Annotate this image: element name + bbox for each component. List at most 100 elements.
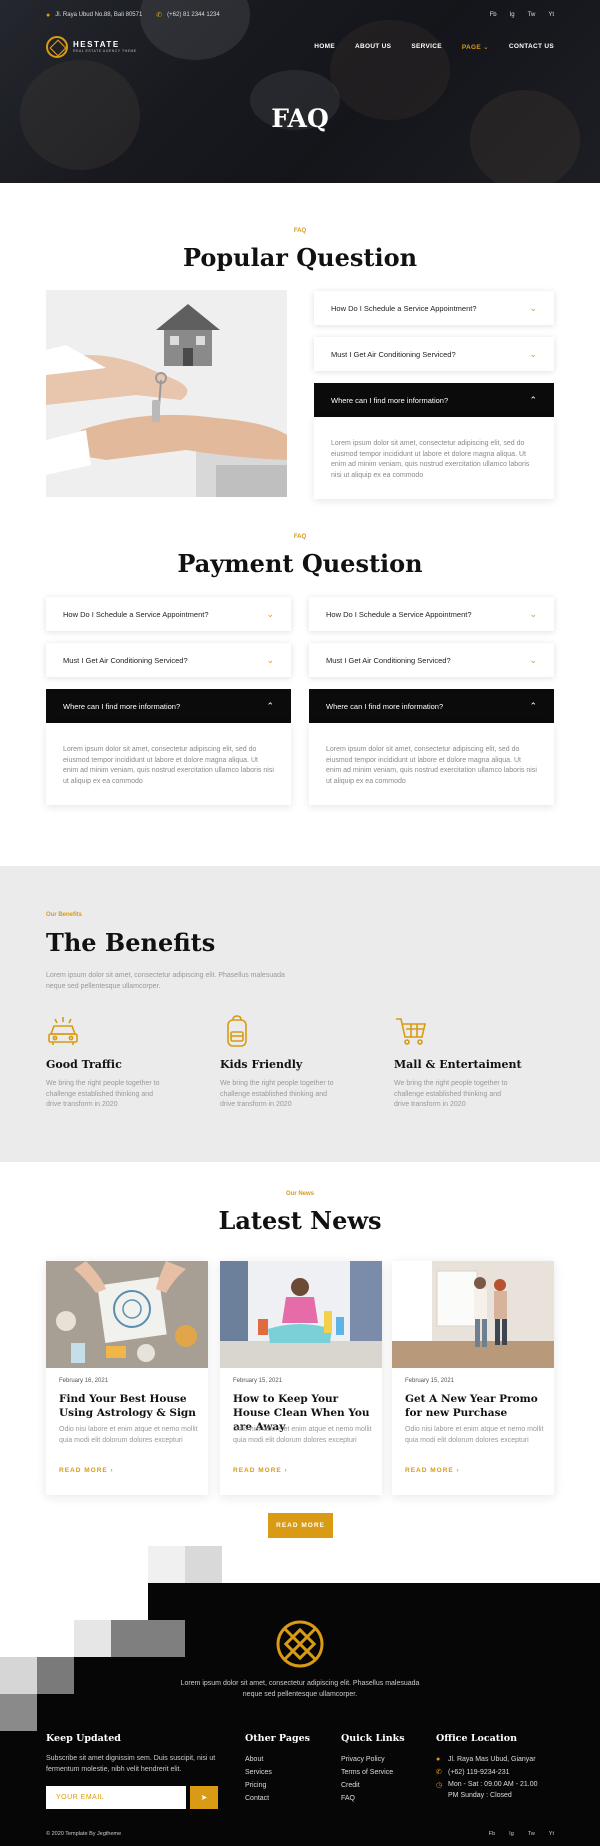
faq-question: Must I Get Air Conditioning Serviced? (63, 655, 188, 665)
faq-answer: Lorem ipsum dolor sit amet, consectetur … (314, 417, 554, 499)
faq-question: How Do I Schedule a Service Appointment? (326, 609, 472, 619)
popular-tag: FAQ (293, 228, 307, 234)
footer-link-about[interactable]: About (245, 1753, 310, 1766)
office-hours-text: Mon - Sat : 09.00 AM - 21.00 PM Sunday :… (448, 1781, 538, 1799)
cleaning-photo (220, 1261, 382, 1368)
footer-heading: Office Location (436, 1733, 518, 1744)
topbar: ● Jl. Raya Ubud No.88, Bali 80571 ✆ (+62… (46, 9, 554, 21)
topbar-phone[interactable]: ✆ (+62) 81 2344 1234 (156, 11, 219, 19)
office-phone[interactable]: ✆ (+62) 119-9234-231 (436, 1766, 538, 1779)
payment-faq-answer: Lorem ipsum dolor sit amet, consectetur … (309, 723, 554, 805)
chevron-up-icon: ⌃ (529, 700, 537, 711)
news-title: Latest News (218, 1206, 382, 1235)
footer-link-terms[interactable]: Terms of Service (341, 1766, 405, 1779)
clock-icon: ◷ (436, 1782, 443, 1789)
decor-square (74, 1620, 111, 1657)
social-instagram-link[interactable]: Ig (509, 1831, 514, 1837)
footer-social: Fb Ig Tw Yt (489, 1831, 554, 1837)
footer-link-contact[interactable]: Contact (245, 1792, 310, 1805)
chevron-up-icon: ⌃ (529, 394, 537, 405)
location-pin-icon: ● (46, 11, 51, 19)
chevron-down-icon: ⌄ (266, 608, 274, 619)
footer-link-privacy[interactable]: Privacy Policy (341, 1753, 405, 1766)
footer-quick-links: Quick Links Privacy Policy Terms of Serv… (341, 1733, 405, 1805)
faq-question: How Do I Schedule a Service Appointment? (331, 303, 477, 313)
footer-heading: Keep Updated (46, 1733, 121, 1744)
benefit-title: Kids Friendly (220, 1058, 303, 1071)
office-hours: ◷ Mon - Sat : 09.00 AM - 21.00 PM Sunday… (436, 1779, 538, 1801)
decor-square (111, 1620, 185, 1657)
payment-faq-item-schedule[interactable]: How Do I Schedule a Service Appointment?… (46, 597, 291, 631)
payment-faq-item-aircon[interactable]: Must I Get Air Conditioning Serviced? ⌄ (309, 643, 554, 677)
chevron-right-icon: › (110, 1467, 114, 1474)
benefit-item: Kids Friendly We bring the right people … (220, 1014, 370, 1111)
faq-item-info[interactable]: Where can I find more information? ⌃ (314, 383, 554, 417)
payment-title: Payment Question (177, 549, 423, 578)
news-excerpt: Odio nisi labore et enim atque et nemo m… (233, 1426, 372, 1444)
faq-question: Where can I find more information? (331, 395, 449, 405)
faq-item-schedule[interactable]: How Do I Schedule a Service Appointment?… (314, 291, 554, 325)
news-card-title[interactable]: Get A New Year Promo for new Purchase (405, 1392, 545, 1420)
decor-square (111, 1583, 148, 1620)
news-date: February 16, 2021 (59, 1378, 109, 1384)
decor-square (148, 1546, 185, 1583)
brand-logo[interactable]: HESTATE REAL ESTATE AGENCY THEME (46, 36, 137, 58)
read-more-link[interactable]: READ MORE › (59, 1467, 114, 1474)
news-card-title[interactable]: Find Your Best House Using Astrology & S… (59, 1392, 199, 1420)
payment-faq-item-info[interactable]: Where can I find more information? ⌃ (46, 689, 291, 723)
footer-link-faq[interactable]: FAQ (341, 1792, 405, 1805)
nav-about[interactable]: ABOUT US (355, 43, 391, 51)
location-pin-icon: ● (436, 1756, 441, 1763)
social-facebook-link[interactable]: Fb (489, 1831, 495, 1837)
office-phone-text: (+62) 119-9234-231 (448, 1769, 510, 1776)
chevron-right-icon: › (284, 1467, 288, 1474)
decor-square (0, 1657, 37, 1694)
site-footer: Lorem ipsum dolor sit amet, consectetur … (0, 1583, 600, 1846)
news-card-image (392, 1261, 554, 1368)
footer-logo-icon (276, 1620, 324, 1668)
payment-faq-item-info[interactable]: Where can I find more information? ⌃ (309, 689, 554, 723)
footer-link-services[interactable]: Services (245, 1766, 310, 1779)
social-youtube-link[interactable]: Yt (549, 1831, 554, 1837)
nav-service[interactable]: SERVICE (411, 43, 442, 51)
social-twitter-link[interactable]: Tw (528, 1831, 535, 1837)
brand-logo-icon (46, 36, 68, 58)
chevron-down-icon: ⌄ (529, 608, 537, 619)
benefit-text: We bring the right people together to ch… (46, 1080, 160, 1108)
footer-link-pricing[interactable]: Pricing (245, 1779, 310, 1792)
email-input[interactable]: YOUR EMAIL (46, 1786, 186, 1809)
read-more-button[interactable]: READ MORE (268, 1513, 333, 1538)
benefits-tag: Our Benefits (46, 912, 83, 918)
social-instagram-link[interactable]: Ig (510, 12, 515, 18)
copyright: © 2020 Template By Jegtheme (46, 1831, 122, 1837)
news-excerpt: Odio nisi labore et enim atque et nemo m… (405, 1426, 544, 1444)
send-button[interactable]: ➤ (190, 1786, 218, 1809)
office-address-text: Jl. Raya Mas Ubud, Gianyar (448, 1756, 536, 1763)
footer-heading: Other Pages (245, 1733, 311, 1744)
benefit-text: We bring the right people together to ch… (394, 1080, 508, 1108)
news-date: February 15, 2021 (405, 1378, 455, 1384)
payment-faq-item-aircon[interactable]: Must I Get Air Conditioning Serviced? ⌄ (46, 643, 291, 677)
backpack-icon (227, 1015, 247, 1047)
phone-icon: ✆ (436, 1769, 442, 1776)
nav-home[interactable]: HOME (314, 43, 335, 51)
news-card[interactable]: February 15, 2021 How to Keep Your House… (220, 1261, 382, 1495)
payment-faq-item-schedule[interactable]: How Do I Schedule a Service Appointment?… (309, 597, 554, 631)
news-card[interactable]: February 16, 2021 Find Your Best House U… (46, 1261, 208, 1495)
news-excerpt: Odio nisi labore et enim atque et nemo m… (59, 1426, 198, 1444)
social-facebook-link[interactable]: Fb (490, 12, 497, 18)
read-more-link[interactable]: READ MORE › (405, 1467, 460, 1474)
social-twitter-link[interactable]: Tw (528, 12, 536, 18)
house-keys-illustration (46, 290, 287, 497)
news-card-image (220, 1261, 382, 1368)
news-date: February 15, 2021 (233, 1378, 283, 1384)
social-youtube-link[interactable]: Yt (548, 12, 554, 18)
nav-page[interactable]: PAGE ⌄ (462, 43, 489, 51)
read-more-link[interactable]: READ MORE › (233, 1467, 288, 1474)
couple-photo (392, 1261, 554, 1368)
news-card[interactable]: February 15, 2021 Get A New Year Promo f… (392, 1261, 554, 1495)
faq-item-aircon[interactable]: Must I Get Air Conditioning Serviced? ⌄ (314, 337, 554, 371)
footer-link-credit[interactable]: Credit (341, 1779, 405, 1792)
benefits-title: The Benefits (46, 928, 216, 957)
nav-contact[interactable]: CONTACT US (509, 43, 554, 51)
